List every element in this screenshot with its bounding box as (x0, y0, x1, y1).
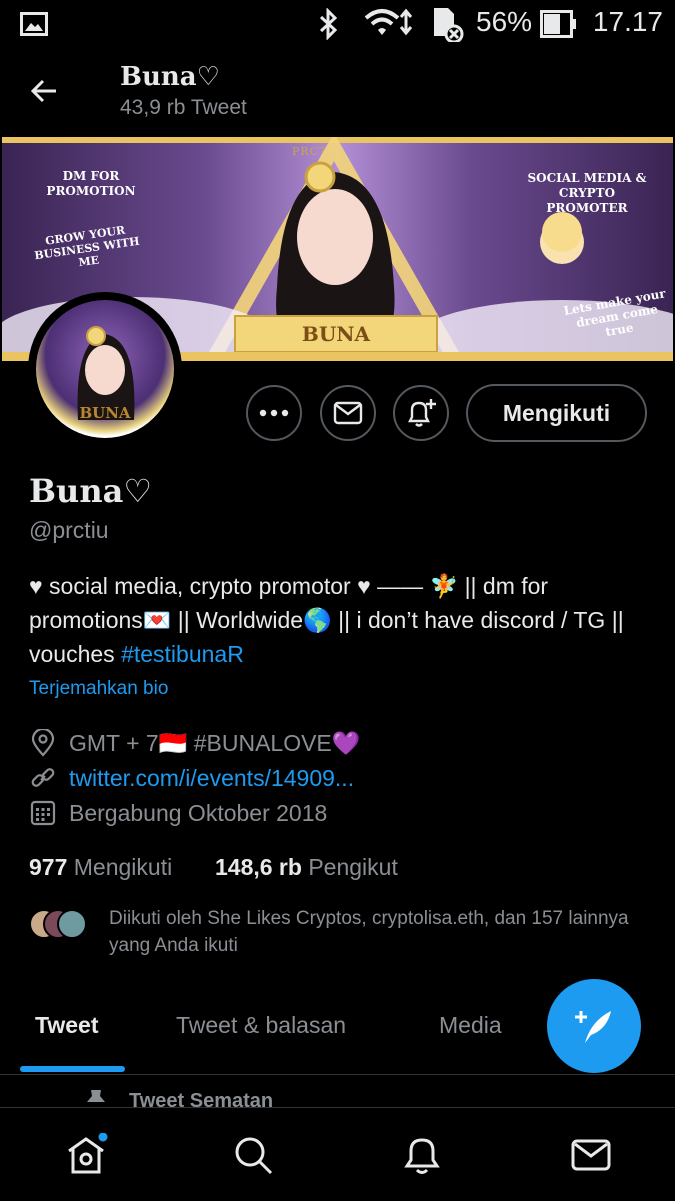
battery-icon (540, 10, 576, 38)
link-row: twitter.com/i/events/14909... (29, 762, 354, 794)
compose-tweet-icon (575, 1011, 611, 1043)
followed-by-text[interactable]: Diikuti oleh She Likes Cryptos, cryptoli… (109, 905, 649, 959)
location-text: GMT + 7🇮🇩 #BUNALOVE💜 (69, 729, 361, 756)
banner-right-tag: SOCIAL MEDIA & CRYPTO PROMOTER (527, 171, 647, 215)
location-row: GMT + 7🇮🇩 #BUNALOVE💜 (29, 727, 360, 759)
tab-divider (0, 1074, 675, 1075)
avatar[interactable]: BUNA (28, 292, 182, 446)
header-tweet-count: 43,9 rb Tweet (120, 96, 247, 119)
followers-label: Pengikut (308, 854, 398, 880)
more-options-button[interactable] (246, 385, 302, 441)
more-horizontal-icon (259, 409, 289, 417)
bell-plus-icon (408, 399, 436, 427)
following-label: Mengikuti (73, 854, 173, 880)
status-bar: 56% 17.17 (0, 0, 675, 48)
home-icon (68, 1133, 108, 1174)
bell-icon (404, 1138, 440, 1174)
compose-tweet-button[interactable] (547, 979, 641, 1073)
nav-search[interactable] (228, 1130, 278, 1180)
link-icon (29, 764, 57, 792)
followers-count: 148,6 rb (214, 854, 302, 880)
envelope-icon (333, 401, 363, 425)
message-button[interactable] (320, 385, 376, 441)
wifi-icon (364, 8, 413, 36)
tab-media[interactable]: Media (439, 1012, 502, 1039)
joined-text: Bergabung Oktober 2018 (69, 799, 328, 826)
bottom-navigation (0, 1107, 675, 1201)
search-icon (235, 1137, 273, 1175)
nav-home[interactable] (61, 1130, 111, 1180)
location-pin-icon (29, 729, 57, 757)
nav-notifications[interactable] (397, 1130, 447, 1180)
avatar-image: BUNA (36, 300, 174, 438)
translate-bio-link[interactable]: Terjemahkan bio (29, 678, 168, 700)
active-tab-indicator (20, 1066, 125, 1072)
bio-hashtag[interactable]: #testibunaR (121, 641, 244, 667)
following-count: 977 (29, 854, 68, 880)
image-icon (20, 12, 48, 36)
notifications-button[interactable] (393, 385, 449, 441)
profile-link[interactable]: twitter.com/i/events/14909... (69, 765, 354, 792)
profile-handle: @prctiu (29, 517, 109, 543)
nav-messages[interactable] (566, 1130, 616, 1180)
envelope-icon (571, 1139, 611, 1171)
following-button[interactable]: Mengikuti (466, 384, 647, 442)
tab-tweet[interactable]: Tweet (35, 1012, 98, 1039)
pin-icon (87, 1090, 105, 1102)
header-title: Buna♡ (120, 62, 220, 92)
profile-bio: ♥ social media, crypto promotor ♥ —— 🧚 |… (29, 569, 649, 671)
banner-name-plate: BUNA (234, 315, 438, 353)
profile-name: Buna♡ (29, 472, 152, 510)
tab-tweet-replies[interactable]: Tweet & balasan (176, 1012, 346, 1039)
banner-left-tag: DM FOR PROMOTION (46, 169, 136, 198)
follow-stats: 977 Mengikuti 148,6 rb Pengikut (29, 854, 398, 881)
follower-avatar (57, 909, 87, 939)
sd-card-icon (434, 8, 464, 42)
bluetooth-icon (319, 8, 338, 40)
following-stat[interactable]: 977 Mengikuti (29, 854, 172, 880)
battery-percent: 56% (476, 6, 533, 37)
followers-stat[interactable]: 148,6 rb Pengikut (215, 854, 398, 880)
calendar-icon (29, 799, 57, 827)
avatar-label: BUNA (79, 404, 131, 422)
bio-text: ♥ social media, crypto promotor ♥ —— 🧚 |… (29, 573, 624, 667)
joined-row: Bergabung Oktober 2018 (29, 797, 327, 829)
back-arrow-icon[interactable] (30, 78, 58, 104)
clock: 17.17 (592, 6, 663, 37)
